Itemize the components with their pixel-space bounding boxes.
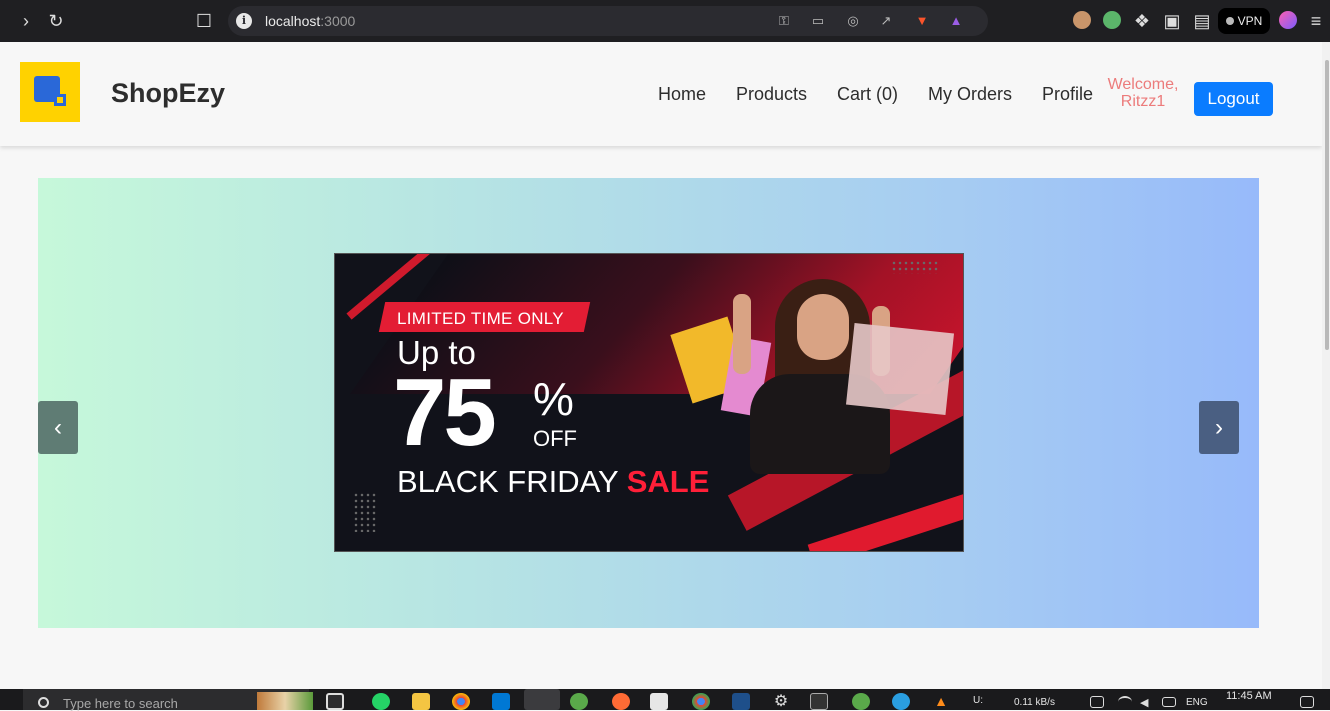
- notepad-icon[interactable]: [650, 693, 668, 710]
- dots-decoration: [353, 492, 377, 532]
- limited-tag: LIMITED TIME ONLY: [397, 309, 564, 328]
- vscode-icon[interactable]: [492, 693, 510, 710]
- network-label: U:: [973, 695, 983, 706]
- url-text[interactable]: localhost:3000: [265, 13, 355, 29]
- terminal-icon[interactable]: [810, 693, 828, 710]
- whatsapp-icon[interactable]: [372, 693, 390, 710]
- brand-name[interactable]: ShopEzy: [111, 78, 225, 109]
- forward-icon[interactable]: ›: [14, 9, 38, 33]
- cast-icon[interactable]: ▭: [810, 13, 826, 29]
- mysql-icon[interactable]: [732, 693, 750, 710]
- model-arm: [733, 294, 751, 374]
- app-icon[interactable]: [852, 693, 870, 710]
- wifi-icon[interactable]: [1118, 696, 1132, 708]
- address-bar[interactable]: i localhost:3000 ⚿ ▭ ◎ ↗ ▼ ▲: [228, 6, 988, 36]
- taskbar-search[interactable]: Type here to search: [23, 689, 313, 711]
- profile-avatar-icon[interactable]: [1279, 11, 1297, 29]
- nav-my-orders[interactable]: My Orders: [928, 84, 1012, 105]
- hero-carousel: LIMITED TIME ONLY Up to 75 % OFF BLACK F…: [38, 178, 1259, 628]
- wallet-icon[interactable]: ▤: [1190, 9, 1214, 33]
- white-bag-icon: [845, 322, 955, 416]
- event-title: BLACK FRIDAY SALE: [397, 464, 709, 500]
- nav-home[interactable]: Home: [658, 84, 706, 105]
- extension-avatar-icon[interactable]: [1073, 11, 1091, 29]
- site-info-icon[interactable]: i: [236, 13, 252, 29]
- chrome-icon[interactable]: [452, 693, 470, 710]
- search-highlight-icon: [257, 692, 313, 710]
- browser-toolbar: › ↻ ☐ i localhost:3000 ⚿ ▭ ◎ ↗ ▼ ▲ ❖ ▣ ▤…: [0, 0, 1330, 42]
- dots-decoration: [891, 260, 939, 274]
- key-icon[interactable]: ⚿: [776, 13, 792, 29]
- brave-taskbar-icon[interactable]: [524, 689, 560, 710]
- search-icon: [38, 697, 49, 708]
- black-friday-banner[interactable]: LIMITED TIME ONLY Up to 75 % OFF BLACK F…: [334, 253, 964, 552]
- brave-rewards-icon[interactable]: ▲: [948, 13, 964, 29]
- battery-icon[interactable]: [1162, 697, 1176, 707]
- username: Ritzz1: [1120, 93, 1166, 110]
- network-speed: 0.11 kB/s: [1014, 697, 1055, 708]
- search-placeholder: Type here to search: [63, 696, 178, 711]
- volume-icon[interactable]: ◀: [1140, 696, 1152, 709]
- notifications-icon[interactable]: [1300, 696, 1314, 708]
- event-name: BLACK FRIDAY: [397, 464, 619, 499]
- discount-value: 75: [393, 359, 497, 466]
- taskbar-tray-icon[interactable]: [1090, 696, 1104, 708]
- percent-sign: %: [533, 373, 574, 425]
- app-icon[interactable]: [570, 693, 588, 710]
- vpn-status-icon: [1225, 17, 1234, 25]
- language-indicator[interactable]: ENG: [1186, 697, 1208, 708]
- sale-text: SALE: [626, 464, 710, 499]
- chrome-icon[interactable]: [692, 693, 710, 710]
- welcome-message: Welcome, Ritzz1: [1104, 76, 1182, 110]
- extension-color-icon[interactable]: [1103, 11, 1121, 29]
- menu-icon[interactable]: ≡: [1304, 9, 1328, 33]
- task-view-icon[interactable]: [326, 693, 344, 710]
- logout-button[interactable]: Logout: [1194, 82, 1273, 116]
- edge-icon[interactable]: [892, 693, 910, 710]
- brave-shield-icon[interactable]: ▼: [914, 13, 930, 29]
- reload-icon[interactable]: ↻: [44, 9, 68, 33]
- nav-cart[interactable]: Cart (0): [837, 84, 898, 105]
- file-explorer-icon[interactable]: [412, 693, 430, 710]
- postman-icon[interactable]: [612, 693, 630, 710]
- nav-profile[interactable]: Profile: [1042, 84, 1093, 105]
- windows-taskbar: Type here to search ⚙ ▲ U: 0.11 kB/s ◀ E…: [0, 689, 1330, 711]
- carousel-next-button[interactable]: ›: [1199, 401, 1239, 454]
- vpn-button[interactable]: VPN: [1218, 8, 1270, 34]
- welcome-label: Welcome,: [1107, 76, 1179, 93]
- share-icon[interactable]: ↗: [878, 13, 894, 29]
- clock-time[interactable]: 11:45 AM: [1226, 690, 1272, 702]
- nav-products[interactable]: Products: [736, 84, 807, 105]
- vlc-icon[interactable]: ▲: [932, 693, 950, 710]
- off-text: OFF: [533, 426, 577, 451]
- bookmark-icon[interactable]: ☐: [192, 9, 216, 33]
- app-header: ShopEzy Home Products Cart (0) My Orders…: [0, 42, 1322, 146]
- shopezy-logo[interactable]: [20, 62, 80, 122]
- scrollbar-thumb[interactable]: [1325, 60, 1329, 350]
- carousel-prev-button[interactable]: ‹: [38, 401, 78, 454]
- vpn-label: VPN: [1237, 14, 1263, 28]
- extensions-puzzle-icon[interactable]: ❖: [1130, 9, 1154, 33]
- logo-accent: [54, 94, 66, 106]
- location-icon[interactable]: ◎: [845, 13, 861, 29]
- model-face: [797, 294, 849, 360]
- settings-gear-icon[interactable]: ⚙: [772, 693, 790, 710]
- sidebar-icon[interactable]: ▣: [1160, 9, 1184, 33]
